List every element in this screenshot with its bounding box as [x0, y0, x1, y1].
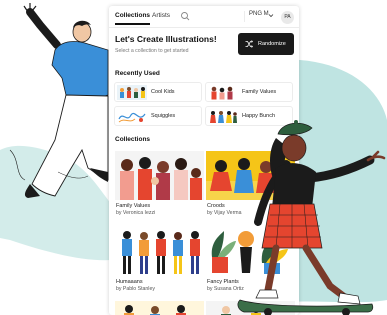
collection-card-title: Croods	[207, 203, 225, 209]
page-title: Let's Create Illustrations!	[115, 34, 217, 44]
collection-card-title: Fancy Plants	[207, 279, 239, 285]
shuffle-icon	[245, 40, 253, 48]
collection-card-title: Family Values	[116, 203, 151, 209]
collection-card-fancy-plants[interactable]: Fancy Plants by Susana Ortiz	[206, 227, 295, 299]
recent-item-happy-bunch[interactable]: Happy Bunch	[205, 106, 293, 126]
tab-artists[interactable]: Artists	[152, 12, 170, 19]
collection-card-title: Humaaans	[116, 279, 143, 285]
family-values-illustration	[115, 151, 204, 200]
format-select-value: PNG M	[249, 11, 269, 17]
chevron-down-icon	[268, 14, 274, 18]
collections-title: Collections	[115, 136, 151, 143]
recent-item-squiggles[interactable]: Squiggles	[114, 106, 202, 126]
collection-card-partial[interactable]	[206, 301, 295, 315]
recent-item-family-values[interactable]: Family Values	[205, 82, 293, 102]
recently-used-title: Recently Used	[115, 70, 160, 77]
tab-collections[interactable]: Collections	[115, 12, 151, 25]
randomize-button[interactable]: Randomize	[238, 33, 294, 55]
recent-item-label: Squiggles	[151, 113, 176, 119]
search-icon[interactable]	[180, 10, 190, 22]
collection-card-croods[interactable]: Croods by Vijay Verma	[206, 151, 295, 223]
top-bar: Collections Artists PNG M PA	[109, 6, 299, 28]
collection-card-partial[interactable]	[115, 301, 204, 315]
collection-card-author: by Susana Ortiz	[207, 286, 244, 292]
collection-card-partial-illustration	[115, 301, 204, 315]
cool-kids-thumbnail	[117, 85, 147, 100]
format-select[interactable]: PNG M	[244, 11, 274, 22]
recent-item-label: Happy Bunch	[242, 113, 276, 119]
illustration-browser-panel: Collections Artists PNG M PA Let's Creat…	[109, 6, 299, 315]
page-subtitle: Select a collection to get started	[115, 48, 189, 54]
hero-illustration-stage: Collections Artists PNG M PA Let's Creat…	[0, 0, 387, 315]
humaaans-illustration	[115, 227, 204, 276]
recent-item-label: Cool Kids	[151, 89, 175, 95]
family-values-thumbnail	[208, 85, 238, 100]
collection-card-author: by Vijay Verma	[207, 210, 242, 216]
collection-card-partial-illustration	[206, 301, 295, 315]
collection-card-author: by Pablo Stanley	[116, 286, 155, 292]
collection-card-family-values[interactable]: Family Values by Veronica Iezzi	[115, 151, 204, 223]
avatar[interactable]: PA	[281, 11, 294, 24]
squiggles-thumbnail	[117, 109, 147, 124]
fancy-plants-illustration	[206, 227, 295, 276]
croods-illustration	[206, 151, 295, 200]
happy-bunch-thumbnail	[208, 109, 238, 124]
collection-card-humaaans[interactable]: Humaaans by Pablo Stanley	[115, 227, 204, 299]
randomize-label: Randomize	[258, 41, 286, 47]
recent-item-label: Family Values	[242, 89, 277, 95]
recent-item-cool-kids[interactable]: Cool Kids	[114, 82, 202, 102]
collection-card-author: by Veronica Iezzi	[116, 210, 156, 216]
